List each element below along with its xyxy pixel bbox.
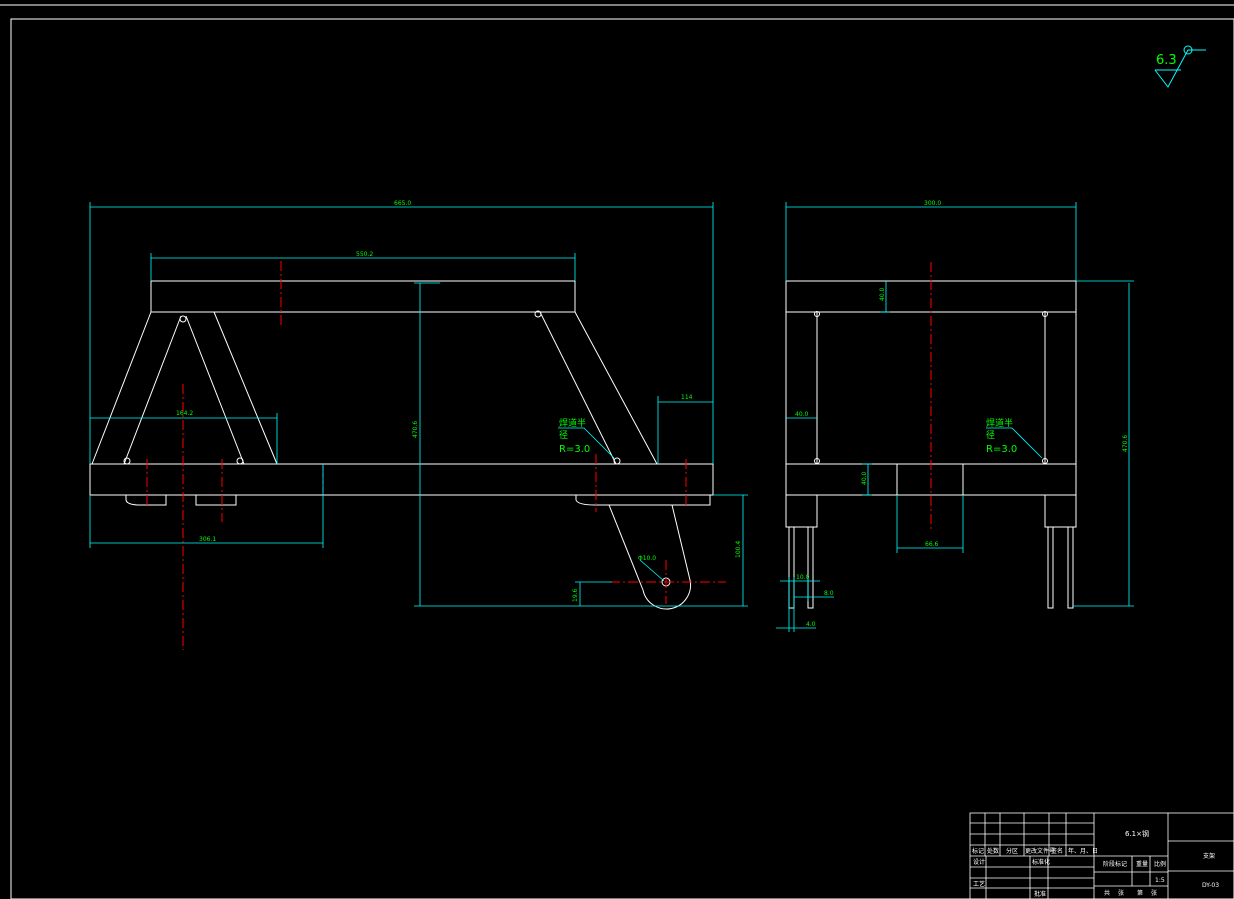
tb-code: DY-03 <box>1202 882 1219 889</box>
side-weld-note-line1: 焊道半 <box>986 417 1013 429</box>
dim-top-length: 550.2 <box>356 251 373 258</box>
tb-material: 支架 <box>1203 852 1215 860</box>
dim-post-width: 40.0 <box>795 411 809 418</box>
front-view: 665.0 550.2 470.6 114 164.2 306.1 100.4 … <box>89 200 1043 650</box>
side-dimensions <box>776 202 1134 632</box>
tb-scale-label: 比例 <box>1154 860 1166 868</box>
dim-pin-hole: Φ10.0 <box>638 555 656 562</box>
tb-sheet-unit1: 张 <box>1118 889 1124 897</box>
tb-sheet-no: 第 <box>1137 889 1143 897</box>
side-weld-radius: R=3.0 <box>986 444 1017 455</box>
front-dim-text: 665.0 550.2 470.6 114 164.2 306.1 100.4 … <box>176 200 742 602</box>
tb-label-count: 处数 <box>987 847 999 855</box>
surface-finish-value: 6.3 <box>1156 53 1177 68</box>
cad-drawing-canvas: 6.3 665.0 550.2 470.6 114 164.2 306.1 10… <box>0 4 1234 899</box>
tb-designer: 设计 <box>973 858 985 866</box>
weld-note-line1: 焊道半 <box>559 417 586 429</box>
front-centerlines <box>146 261 726 650</box>
sheet-border <box>0 4 1234 899</box>
weld-note-line2: 径 <box>559 429 568 441</box>
side-dim-text: 300.0 470.6 40.0 40.0 40.0 66.6 10.0 8.0… <box>795 200 1129 628</box>
dim-side-height: 470.6 <box>1122 435 1129 452</box>
tb-label-date: 年、月、日 <box>1068 847 1098 855</box>
dim-height: 470.6 <box>412 421 419 438</box>
dim-leg-bottom: 4.0 <box>806 621 816 628</box>
dim-overall-length: 665.0 <box>394 200 411 207</box>
tb-scale: 1:5 <box>1155 877 1165 884</box>
dim-leg-right: 8.0 <box>824 590 834 597</box>
dim-a-frame-width: 164.2 <box>176 410 193 417</box>
title-block-grid <box>969 812 1234 899</box>
side-weld-note: 焊道半 径 R=3.0 <box>986 417 1017 455</box>
dim-overall-width: 300.0 <box>924 200 941 207</box>
tb-label-sign: 签名 <box>1051 847 1063 855</box>
dim-lower-length: 306.1 <box>199 536 216 543</box>
tb-label-zone: 分区 <box>1006 847 1018 855</box>
dim-top-thickness: 40.0 <box>879 287 886 301</box>
front-dimensions <box>89 202 1043 607</box>
tb-title: 6.1×钢 <box>1125 829 1149 838</box>
dim-lower-height: 40.0 <box>861 471 868 485</box>
dim-leg-gap: 10.0 <box>796 574 810 581</box>
dim-drop-height: 100.4 <box>735 541 742 558</box>
dim-mid-width: 66.6 <box>925 541 939 548</box>
tb-sheet-total: 共 <box>1104 889 1110 897</box>
tb-label-mark: 标记 <box>972 847 984 855</box>
surface-finish-symbol: 6.3 <box>1154 45 1206 88</box>
title-block: 6.1×钢 标记 处数 分区 更改文件号 签名 年、月、日 设计 标准化 阶段标… <box>969 812 1234 899</box>
tb-standard: 标准化 <box>1032 858 1050 866</box>
tb-process: 工艺 <box>973 880 985 888</box>
front-weld-note: 焊道半 径 R=3.0 <box>559 417 590 455</box>
tb-sheet-unit2: 张 <box>1151 889 1157 897</box>
side-view: 300.0 470.6 40.0 40.0 40.0 66.6 10.0 8.0… <box>776 200 1134 632</box>
dim-pin-offset: 19.6 <box>572 588 579 602</box>
side-weld-note-line2: 径 <box>986 429 995 441</box>
dim-right-offset: 114 <box>681 394 693 401</box>
tb-stage-mark: 阶段标记 <box>1103 860 1127 868</box>
tb-weight: 重量 <box>1136 860 1148 868</box>
tb-approve: 批准 <box>1034 890 1046 898</box>
weld-radius: R=3.0 <box>559 444 590 455</box>
